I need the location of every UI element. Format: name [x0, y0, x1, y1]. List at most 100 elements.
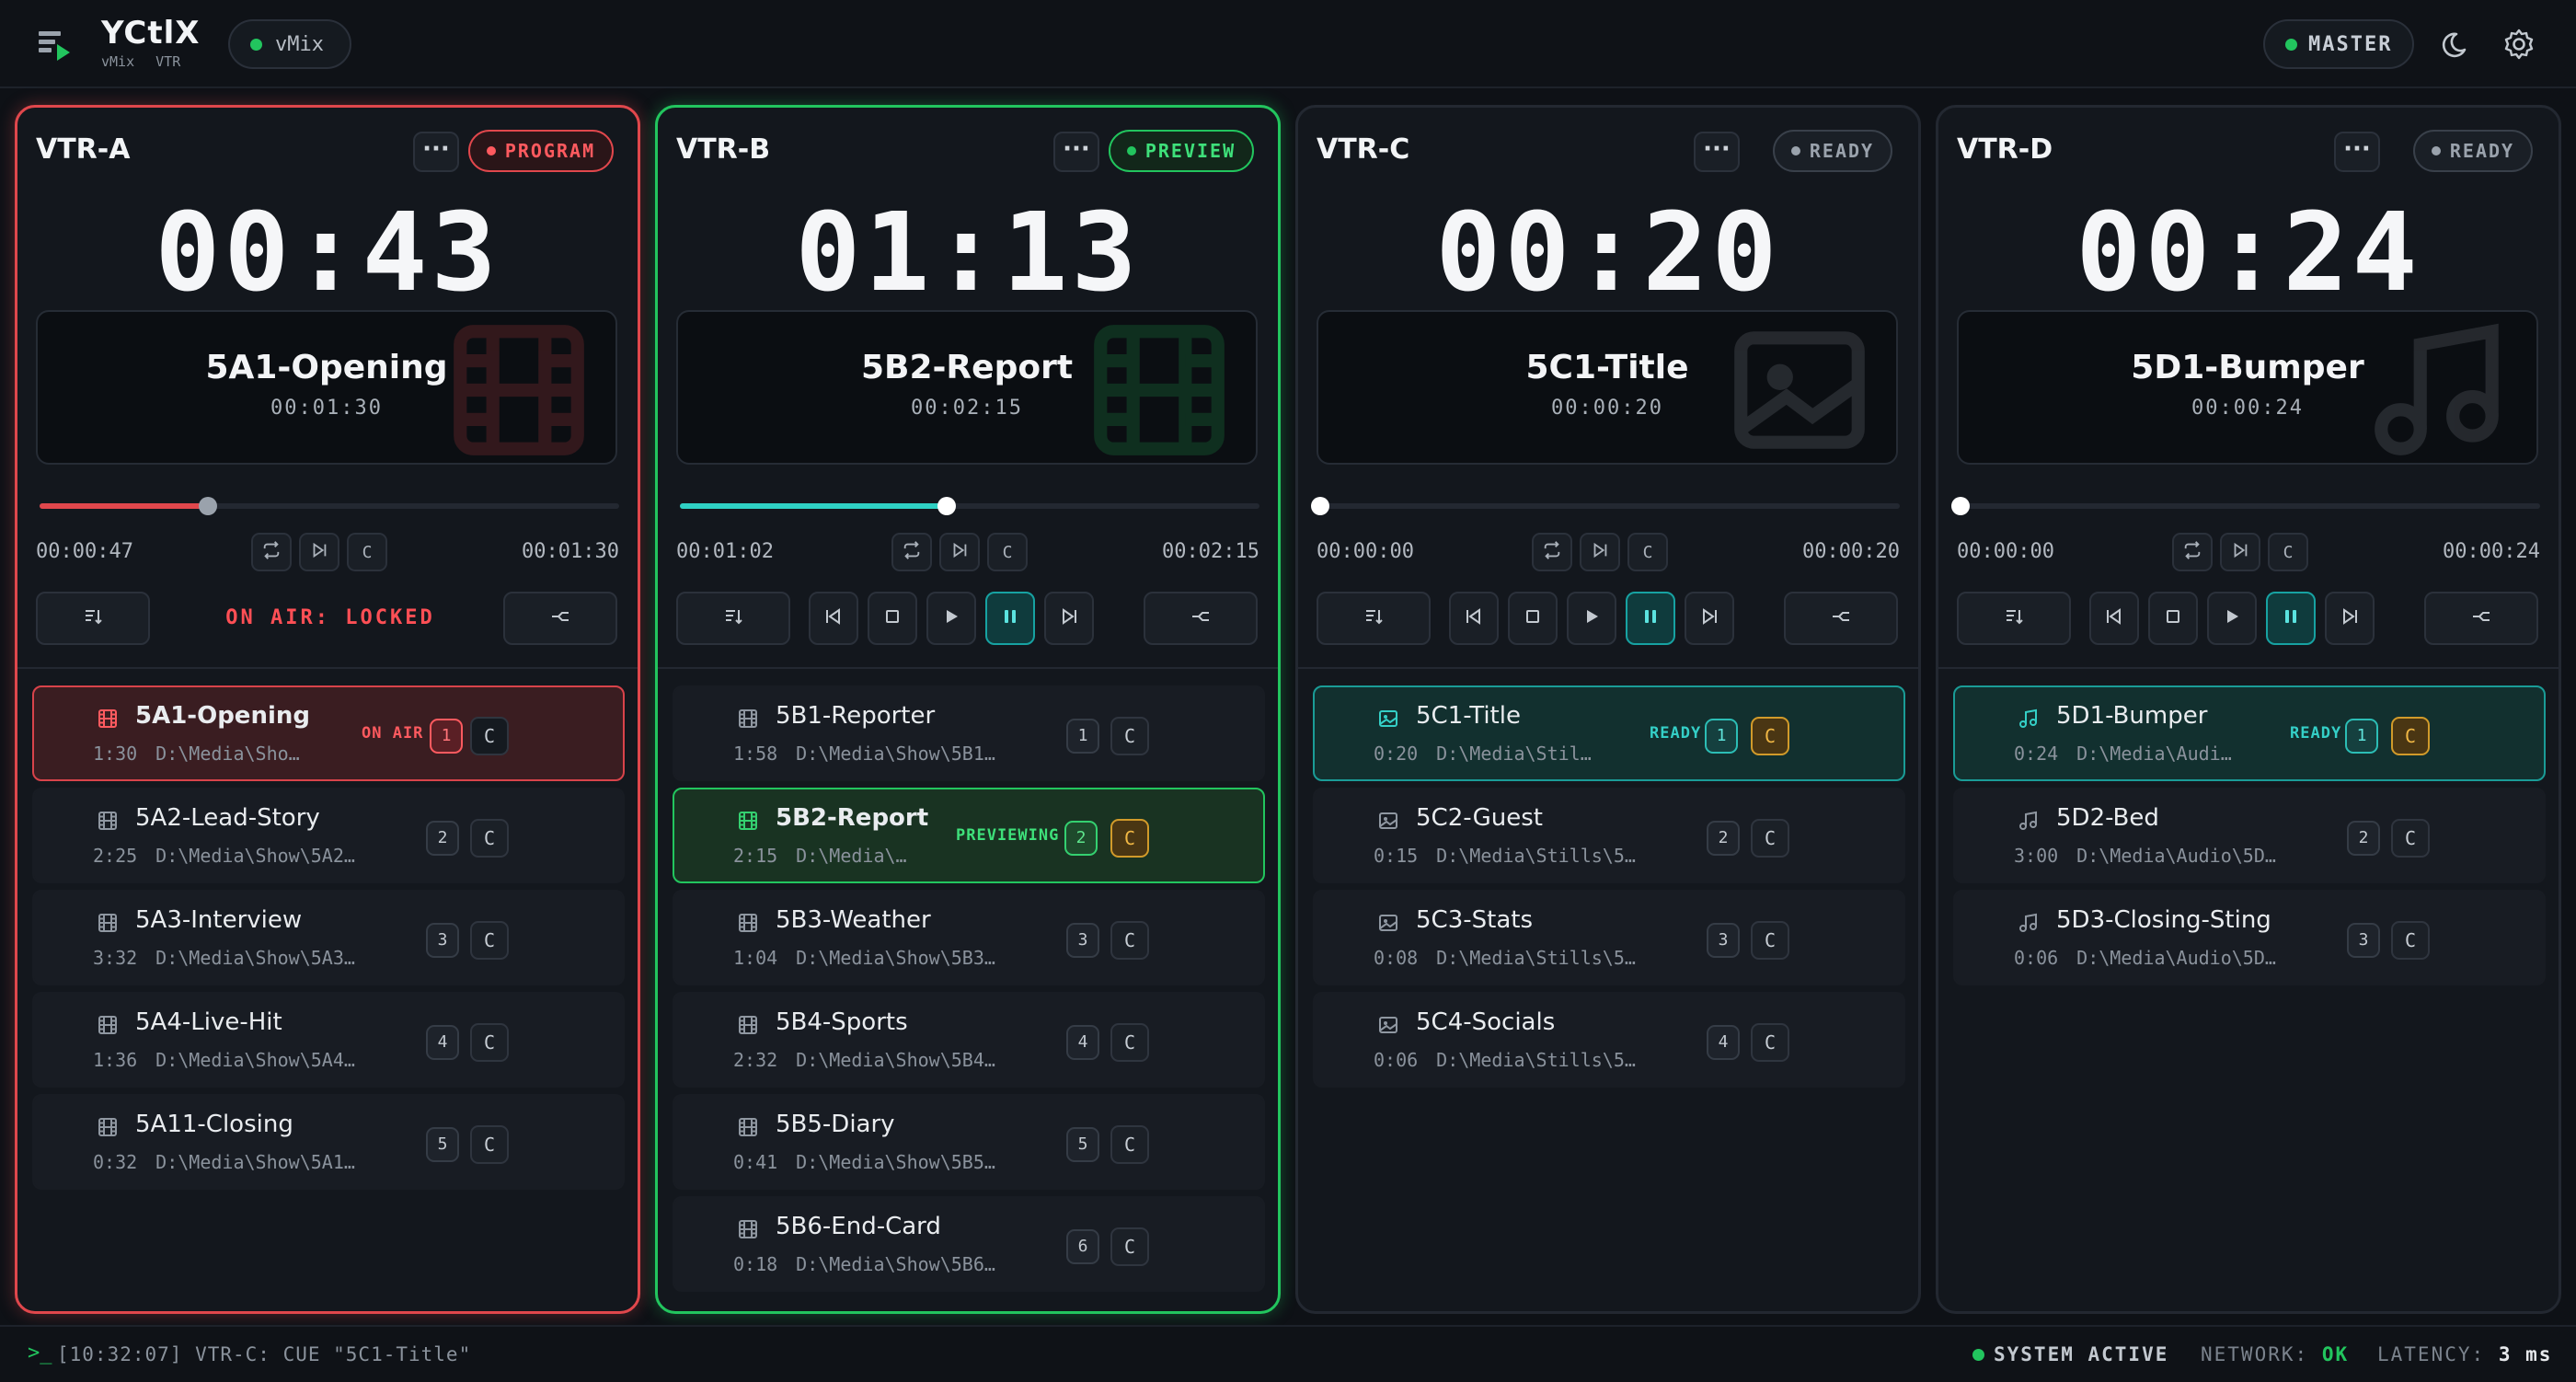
playlist-item[interactable]: 5A1-Opening 1:30 D:\Media\Sho… ON AIR 1 C — [32, 685, 625, 781]
more-options-button[interactable]: ··· — [413, 132, 459, 172]
vtr-name: VTR-A — [36, 133, 131, 166]
stop-button[interactable] — [1508, 592, 1558, 645]
pause-button[interactable] — [985, 592, 1035, 645]
cue-button[interactable]: C — [2391, 717, 2430, 755]
playlist-sort-button[interactable] — [1957, 592, 2071, 645]
playlist-item[interactable]: 5A2-Lead-Story 2:25 D:\Media\Show\5A2… 2 C — [32, 788, 625, 883]
previous-button[interactable] — [809, 592, 858, 645]
cue-button[interactable]: C — [470, 921, 509, 960]
playlist-item[interactable]: 5C1-Title 0:20 D:\Media\Stil… READY 1 C — [1313, 685, 1905, 781]
playlist-item-meta: 1:04 D:\Media\Show\5B3… — [733, 947, 995, 969]
playlist-sort-button[interactable] — [1317, 592, 1431, 645]
playlist-item[interactable]: 5D1-Bumper 0:24 D:\Media\Audi… READY 1 C — [1953, 685, 2546, 781]
loop-button[interactable] — [2172, 533, 2213, 571]
pause-button[interactable] — [2266, 592, 2316, 645]
vmix-connection-pill[interactable]: vMix — [228, 19, 351, 69]
cue-button[interactable]: C — [1751, 1023, 1789, 1062]
transition-button[interactable] — [503, 592, 617, 645]
progress-handle[interactable] — [198, 497, 217, 515]
play-button[interactable] — [1567, 592, 1616, 645]
progress-track[interactable] — [40, 497, 619, 515]
transition-button[interactable] — [1144, 592, 1258, 645]
playlist-item[interactable]: 5C4-Socials 0:06 D:\Media\Stills\5… 4 C — [1313, 992, 1905, 1088]
cue-button[interactable]: C — [2391, 921, 2430, 960]
more-options-button[interactable]: ··· — [1053, 132, 1099, 172]
progress-handle[interactable] — [1311, 497, 1329, 515]
master-status-dot — [2285, 38, 2297, 51]
playlist-item[interactable]: 5C2-Guest 0:15 D:\Media\Stills\5… 2 C — [1313, 788, 1905, 883]
cue-button[interactable]: C — [1110, 1227, 1149, 1266]
next-button[interactable] — [1685, 592, 1734, 645]
more-options-button[interactable]: ··· — [1694, 132, 1740, 172]
playlist-item-path: D:\Media\Audi… — [2076, 743, 2232, 765]
playlist-item[interactable]: 5B3-Weather 1:04 D:\Media\Show\5B3… 3 C — [673, 890, 1265, 985]
cue-mode-button[interactable]: C — [1627, 533, 1668, 571]
playlist-item[interactable]: 5D2-Bed 3:00 D:\Media\Audio\5D… 2 C — [1953, 788, 2546, 883]
cue-button[interactable]: C — [1751, 717, 1789, 755]
cue-button[interactable]: C — [470, 717, 509, 755]
previous-button[interactable] — [2089, 592, 2139, 645]
playlist-item[interactable]: 5B1-Reporter 1:58 D:\Media\Show\5B1… 1 C — [673, 685, 1265, 781]
skip-end-button[interactable] — [1580, 533, 1620, 571]
progress-track[interactable] — [680, 497, 1259, 515]
play-button[interactable] — [2207, 592, 2257, 645]
cue-button[interactable]: C — [1110, 819, 1149, 858]
cue-button[interactable]: C — [1110, 921, 1149, 960]
playlist-item[interactable]: 5B6-End-Card 0:18 D:\Media\Show\5B6… 6 C — [673, 1196, 1265, 1292]
gear-icon[interactable] — [2501, 26, 2537, 63]
playlist-item-status: ON AIR — [362, 724, 424, 743]
playlist-sort-icon — [1363, 605, 1385, 631]
playlist-item[interactable]: 5D3-Closing-Sting 0:06 D:\Media\Audio\5D… 3… — [1953, 890, 2546, 985]
progress-fill — [40, 503, 208, 509]
playlist-item[interactable]: 5B4-Sports 2:32 D:\Media\Show\5B4… 4 C — [673, 992, 1265, 1088]
playlist-item[interactable]: 5B2-Report 2:15 D:\Media\… PREVIEWING 2 C — [673, 788, 1265, 883]
previous-button[interactable] — [1449, 592, 1499, 645]
cue-mode-button[interactable]: C — [347, 533, 387, 571]
master-button[interactable]: MASTER — [2263, 19, 2414, 69]
loop-button[interactable] — [1532, 533, 1572, 571]
cue-button[interactable]: C — [470, 819, 509, 858]
cue-button[interactable]: C — [2391, 819, 2430, 858]
playlist-item-name: 5D3-Closing-Sting — [2056, 906, 2271, 934]
stop-button[interactable] — [2148, 592, 2198, 645]
cue-button[interactable]: C — [1110, 717, 1149, 755]
playlist-sort-button[interactable] — [36, 592, 150, 645]
stop-button[interactable] — [868, 592, 917, 645]
cue-mode-button[interactable]: C — [2268, 533, 2308, 571]
moon-icon[interactable] — [2440, 26, 2477, 63]
progress-track[interactable] — [1951, 497, 2540, 515]
playlist-item-number: 4 — [1707, 1025, 1740, 1060]
progress-handle[interactable] — [937, 497, 956, 515]
loop-button[interactable] — [891, 533, 932, 571]
playlist-item[interactable]: 5A3-Interview 3:32 D:\Media\Show\5A3… 3 C — [32, 890, 625, 985]
skip-end-button[interactable] — [2220, 533, 2260, 571]
skip-end-button[interactable] — [939, 533, 980, 571]
cue-button[interactable]: C — [1751, 819, 1789, 858]
cue-button[interactable]: C — [1110, 1125, 1149, 1164]
progress-handle[interactable] — [1951, 497, 1970, 515]
progress-track[interactable] — [1311, 497, 1900, 515]
more-options-button[interactable]: ··· — [2334, 132, 2380, 172]
on-air-locked-label: ON AIR: LOCKED — [225, 606, 435, 629]
pause-button[interactable] — [1626, 592, 1675, 645]
transition-button[interactable] — [1784, 592, 1898, 645]
playlist-item-duration: 3:00 — [2014, 845, 2059, 867]
playlist-item[interactable]: 5A11-Closing 0:32 D:\Media\Show\5A1… 5 C — [32, 1094, 625, 1190]
next-button[interactable] — [1044, 592, 1094, 645]
cue-button[interactable]: C — [470, 1125, 509, 1164]
transition-button[interactable] — [2424, 592, 2538, 645]
cue-button[interactable]: C — [1110, 1023, 1149, 1062]
playlist-item[interactable]: 5A4-Live-Hit 1:36 D:\Media\Show\5A4… 4 C — [32, 992, 625, 1088]
playlist-item[interactable]: 5B5-Diary 0:41 D:\Media\Show\5B5… 5 C — [673, 1094, 1265, 1190]
loop-button[interactable] — [251, 533, 292, 571]
cue-button[interactable]: C — [1751, 921, 1789, 960]
play-button[interactable] — [926, 592, 976, 645]
cue-mode-button[interactable]: C — [987, 533, 1028, 571]
playlist-sort-button[interactable] — [676, 592, 790, 645]
system-status-label: SYSTEM ACTIVE — [1994, 1343, 2169, 1365]
playlist-item[interactable]: 5C3-Stats 0:08 D:\Media\Stills\5… 3 C — [1313, 890, 1905, 985]
cue-button[interactable]: C — [470, 1023, 509, 1062]
next-button[interactable] — [2325, 592, 2375, 645]
skip-end-button[interactable] — [299, 533, 339, 571]
playlist-item-number: 1 — [430, 719, 463, 754]
